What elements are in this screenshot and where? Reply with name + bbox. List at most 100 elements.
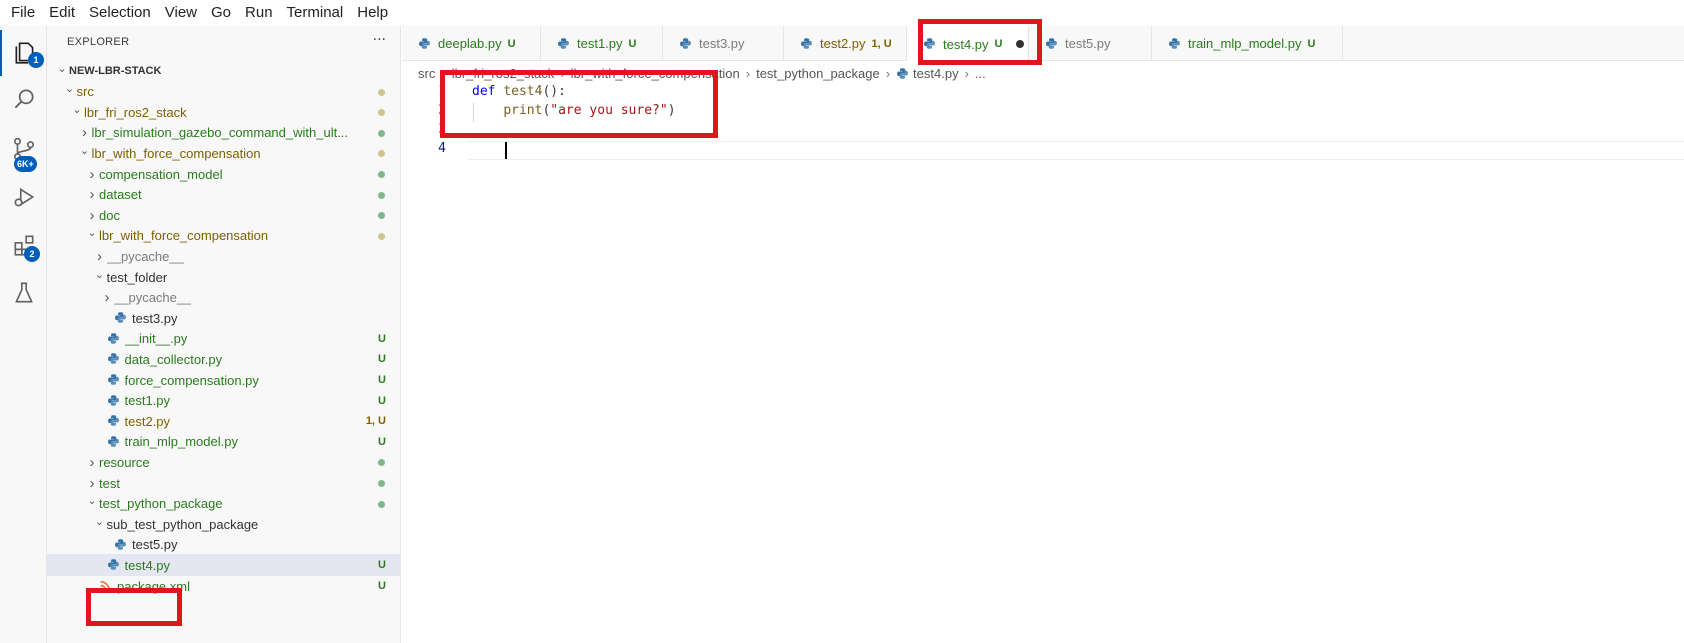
git-status-badge: U xyxy=(378,559,386,572)
folder-item[interactable]: › lbr_simulation_gazebo_command_with_ult.… xyxy=(47,122,400,144)
folder-item[interactable]: › test xyxy=(47,472,400,494)
editor-tab[interactable]: test4.py U xyxy=(907,26,1029,62)
file-item[interactable]: test5.py xyxy=(47,534,400,556)
git-status-badge: U xyxy=(378,394,386,407)
chevron-down-icon: ⌄ xyxy=(87,227,97,240)
menu-terminal[interactable]: Terminal xyxy=(280,0,351,26)
file-item[interactable]: test4.py U xyxy=(47,554,400,577)
file-item[interactable]: package.xml U xyxy=(47,575,400,597)
python-file-icon xyxy=(896,67,909,80)
code-editor[interactable]: 1 def test4(): 2 print("are you sure?") … xyxy=(402,84,1684,643)
breadcrumb-item[interactable]: src xyxy=(418,66,435,81)
menu-run[interactable]: Run xyxy=(238,0,280,26)
flask-icon xyxy=(14,282,33,303)
explorer-activity-button[interactable]: 1 xyxy=(0,30,47,76)
python-logo-icon xyxy=(107,559,119,571)
python-file-icon xyxy=(107,558,121,572)
editor-tab[interactable]: test5.py xyxy=(1029,26,1152,61)
chevron-right-icon: › xyxy=(97,247,102,265)
editor-tab[interactable]: train_mlp_model.py U xyxy=(1152,26,1343,61)
code-line-3: 3 xyxy=(402,122,1684,141)
git-status-badge: U xyxy=(378,353,386,366)
unsaved-dot-icon[interactable] xyxy=(1016,40,1025,48)
python-file-icon xyxy=(107,394,121,408)
python-file-icon xyxy=(800,37,814,51)
tree-item-label: sub_test_python_package xyxy=(106,516,259,532)
code-line-1: 1 def test4(): xyxy=(402,84,1684,103)
menu-edit[interactable]: Edit xyxy=(42,0,82,26)
python-logo-icon xyxy=(801,37,812,49)
folder-item[interactable]: › resource xyxy=(47,451,400,473)
file-item[interactable]: test3.py xyxy=(47,307,400,329)
extensions-badge: 2 xyxy=(24,246,40,262)
file-item[interactable]: __init__.py U xyxy=(47,328,400,350)
folder-item[interactable]: › compensation_model xyxy=(47,163,400,185)
file-item[interactable]: test1.py U xyxy=(47,390,400,412)
search-activity-button[interactable] xyxy=(0,76,47,122)
folder-item[interactable]: ⌄ test_folder xyxy=(47,266,400,288)
editor-tab[interactable]: deeplab.py U xyxy=(402,26,541,61)
folder-item[interactable]: ⌄ sub_test_python_package xyxy=(47,513,400,535)
breadcrumb-item[interactable]: test_python_package xyxy=(756,66,880,81)
tab-label: test5.py xyxy=(1065,36,1111,51)
breadcrumb-item[interactable]: lbr_with_force_compensation xyxy=(571,66,740,81)
python-file-icon xyxy=(114,538,128,552)
menu-file[interactable]: File xyxy=(4,0,42,26)
python-file-icon xyxy=(107,414,121,428)
editor-tab[interactable]: test3.py xyxy=(663,26,784,61)
folder-item[interactable]: ⌄ src xyxy=(47,81,400,103)
chevron-down-icon: ⌄ xyxy=(79,144,90,157)
menu-help[interactable]: Help xyxy=(350,0,395,26)
more-actions-icon[interactable]: ··· xyxy=(373,32,386,48)
python-logo-icon xyxy=(107,374,119,385)
breadcrumb-separator-icon: › xyxy=(964,65,969,81)
menu-go[interactable]: Go xyxy=(204,0,238,26)
folder-item[interactable]: ⌄ lbr_with_force_compensation xyxy=(47,225,400,247)
file-item[interactable]: force_compensation.py U xyxy=(47,369,400,391)
source-control-activity-button[interactable]: 6K+ xyxy=(0,126,47,172)
tree-item-label: dataset xyxy=(99,187,142,203)
punctuation: (): xyxy=(542,84,566,99)
file-item[interactable]: data_collector.py U xyxy=(47,348,400,370)
folder-item[interactable]: ⌄ NEW-LBR-STACK xyxy=(47,60,400,82)
git-status-dot xyxy=(378,232,385,240)
extensions-activity-button[interactable]: 2 xyxy=(0,222,47,268)
function-name: test4 xyxy=(503,84,543,99)
breadcrumb-item[interactable]: ... xyxy=(975,66,986,81)
git-status-dot xyxy=(378,171,385,178)
code-line-4: 4 xyxy=(402,141,1684,160)
run-debug-activity-button[interactable] xyxy=(0,174,47,220)
python-file-icon xyxy=(107,435,121,449)
folder-item[interactable]: › __pycache__ xyxy=(47,287,400,309)
tree-item-label: __pycache__ xyxy=(106,248,184,264)
tree-item-label: lbr_with_force_compensation xyxy=(99,228,269,244)
folder-item[interactable]: › doc xyxy=(47,204,400,226)
folder-item[interactable]: ⌄ test_python_package xyxy=(47,493,400,515)
folder-item[interactable]: › __pycache__ xyxy=(47,245,400,267)
file-item[interactable]: train_mlp_model.py U xyxy=(47,431,400,453)
menu-view[interactable]: View xyxy=(158,0,204,26)
editor-tab[interactable]: test2.py 1, U xyxy=(784,26,907,61)
python-file-icon xyxy=(1168,37,1182,51)
breadcrumb-item[interactable]: test4.py xyxy=(913,66,959,81)
python-file-icon xyxy=(679,37,693,51)
chevron-right-icon: › xyxy=(89,186,95,204)
folder-item[interactable]: › dataset xyxy=(47,184,400,206)
editor-tab[interactable]: test1.py U xyxy=(541,26,663,61)
python-logo-icon xyxy=(680,37,691,49)
code-line-2: 2 print("are you sure?") xyxy=(402,103,1684,122)
menu-selection[interactable]: Selection xyxy=(82,0,158,26)
folder-item[interactable]: ⌄ lbr_fri_ros2_stack xyxy=(47,101,400,123)
file-item[interactable]: test2.py 1, U xyxy=(47,410,400,432)
breadcrumb-separator-icon: › xyxy=(745,65,751,81)
breadcrumb-item[interactable]: lbr_fri_ros2_stack xyxy=(452,66,555,81)
git-status-dot xyxy=(378,191,385,199)
chevron-down-icon: ⌄ xyxy=(64,83,75,96)
tree-item-label: __init__.py xyxy=(124,331,188,347)
tree-item-label: NEW-LBR-STACK xyxy=(69,65,162,77)
folder-item[interactable]: ⌄ lbr_with_force_compensation xyxy=(47,142,400,164)
testing-activity-button[interactable] xyxy=(0,270,47,316)
text-cursor xyxy=(505,142,507,159)
line-number: 4 xyxy=(438,141,446,156)
tree-item-label: doc xyxy=(99,207,120,223)
